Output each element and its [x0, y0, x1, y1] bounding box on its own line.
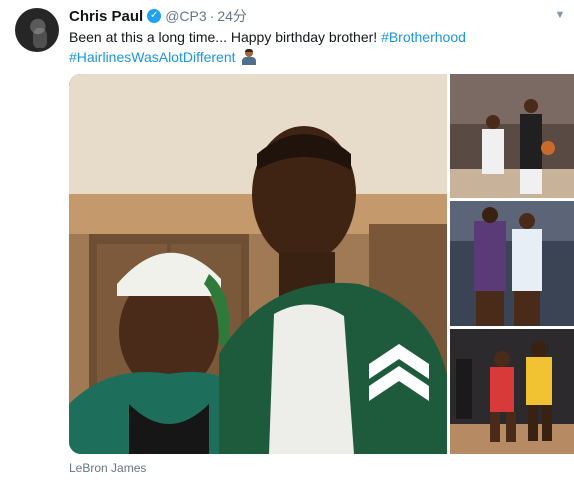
man-shrugging-emoji-icon — [241, 49, 257, 65]
main-photo[interactable] — [69, 74, 447, 454]
hashtag-brotherhood[interactable]: #Brotherhood — [381, 29, 466, 45]
author-avatar[interactable] — [15, 8, 59, 52]
media-grid — [69, 74, 574, 454]
thumbnail-photo-2[interactable] — [450, 201, 574, 326]
tweet-body: Been at this a long time... Happy birthd… — [69, 29, 382, 45]
tweet-timestamp[interactable]: 24分 — [217, 6, 247, 26]
author-handle[interactable]: @CP3 — [165, 8, 206, 24]
thumbnail-photo-3[interactable] — [450, 329, 574, 454]
tweet-header: Chris Paul ✓ @CP3 · 24分 — [69, 7, 247, 25]
separator-dot: · — [209, 8, 215, 24]
author-name[interactable]: Chris Paul — [69, 8, 143, 25]
tweet-text: Been at this a long time... Happy birthd… — [69, 27, 564, 67]
tweet-card: Chris Paul ✓ @CP3 · 24分 ▼ Been at this a… — [0, 0, 574, 485]
photo-tag-caption[interactable]: LeBron James — [69, 461, 146, 475]
hashtag-hairlines[interactable]: #HairlinesWasAlotDifferent — [69, 49, 236, 65]
verified-badge-icon: ✓ — [147, 9, 162, 23]
thumbnail-photo-1[interactable] — [450, 74, 574, 198]
chevron-down-icon[interactable]: ▼ — [553, 8, 567, 22]
